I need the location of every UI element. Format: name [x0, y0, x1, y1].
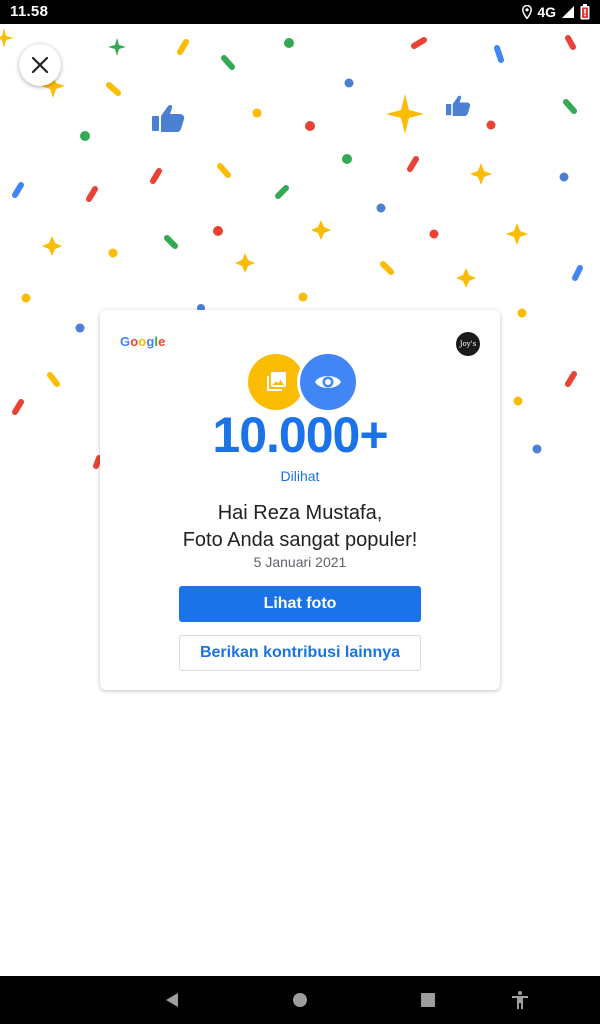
- confetti-dash: [494, 45, 504, 63]
- greeting-line: Foto Anda sangat populer!: [182, 529, 418, 551]
- confetti-dot: [486, 120, 496, 130]
- confetti-dash: [12, 182, 24, 198]
- confetti-dot: [517, 308, 527, 318]
- recents-button[interactable]: [416, 988, 440, 1012]
- contribute-more-button[interactable]: Berikan kontribusi lainnya: [179, 635, 421, 671]
- avatar[interactable]: Joy's: [456, 332, 480, 356]
- google-logo: Google: [120, 334, 165, 349]
- confetti-dot: [213, 226, 223, 236]
- confetti-dot: [108, 248, 118, 258]
- location-icon: [522, 5, 533, 19]
- greeting-text: Hai Reza Mustafa, Foto Anda sangat popul…: [100, 500, 500, 554]
- back-icon: [166, 993, 178, 1007]
- confetti-dash: [93, 455, 102, 469]
- views-badge: [297, 351, 359, 413]
- close-button[interactable]: [19, 44, 61, 86]
- photo-badge: [248, 354, 304, 410]
- confetti-dot: [559, 172, 569, 182]
- confetti-dot: [344, 78, 354, 88]
- logo-letter: e: [158, 334, 166, 349]
- confetti-dash: [150, 168, 162, 184]
- avatar-text: Joy's: [459, 340, 477, 348]
- sparkle-icon: [456, 268, 476, 288]
- signal-icon: [562, 6, 574, 18]
- eye-icon: [315, 376, 341, 388]
- status-icons: 4G: [522, 3, 590, 21]
- navigation-bar: [0, 976, 600, 1024]
- confetti-dot: [376, 203, 386, 213]
- confetti-dot: [513, 396, 523, 406]
- date-text: 5 Januari 2021: [253, 554, 347, 570]
- confetti-dash: [565, 371, 577, 387]
- confetti-dash: [217, 163, 231, 178]
- confetti-dash: [164, 235, 178, 249]
- thumbs-up-icon: [446, 95, 471, 116]
- confetti-dash: [411, 37, 427, 49]
- back-button[interactable]: [160, 988, 184, 1012]
- confetti-dot: [429, 229, 439, 239]
- sparkle-icon: [506, 223, 528, 245]
- confetti-dot: [305, 121, 315, 131]
- confetti-dash: [177, 39, 189, 55]
- home-icon: [293, 993, 307, 1007]
- sparkle-icon: [386, 94, 424, 134]
- confetti-dash: [565, 35, 576, 50]
- confetti-dot: [532, 444, 542, 454]
- sparkle-icon: [311, 220, 331, 240]
- confetti-dash: [572, 265, 583, 281]
- confetti-dash: [12, 399, 24, 415]
- network-type-label: 4G: [537, 4, 556, 20]
- thumbs-up-icon: [152, 104, 185, 132]
- recents-icon: [421, 993, 435, 1007]
- confetti-dash: [86, 186, 98, 202]
- network-type: 4G: [537, 4, 556, 20]
- accessibility-icon: [512, 991, 528, 1009]
- confetti-dash: [221, 55, 235, 70]
- view-count-label: Dilihat: [280, 468, 320, 484]
- confetti-dot: [284, 38, 294, 48]
- confetti-dot: [342, 154, 352, 164]
- confetti-dot: [298, 292, 308, 302]
- close-icon: [31, 56, 49, 74]
- confetti-dot: [80, 131, 90, 141]
- battery-icon: [580, 4, 590, 20]
- sparkle-icon: [0, 28, 14, 48]
- status-time: 11.58: [10, 3, 49, 20]
- confetti-dot: [252, 108, 262, 118]
- sparkle-icon: [108, 38, 126, 56]
- home-button[interactable]: [288, 988, 312, 1012]
- confetti-dash: [563, 99, 577, 114]
- confetti-dot: [21, 293, 31, 303]
- achievement-card: Google Joy's 10.000+ Dilihat Hai Reza Mu…: [100, 310, 500, 690]
- confetti-dash: [407, 156, 419, 172]
- sparkle-icon: [470, 163, 492, 185]
- confetti-dash: [380, 261, 394, 275]
- photo-library-icon: [267, 372, 286, 391]
- sparkle-icon: [235, 253, 255, 273]
- confetti-dash: [106, 82, 121, 96]
- confetti-dash: [275, 185, 289, 199]
- accessibility-button[interactable]: [508, 988, 532, 1012]
- status-bar: 11.58 4G: [0, 0, 600, 24]
- sparkle-icon: [42, 236, 62, 256]
- greeting-line: Hai Reza Mustafa,: [217, 502, 383, 524]
- confetti-dot: [75, 323, 85, 333]
- view-count: 10.000+: [212, 407, 388, 463]
- confetti-dash: [47, 372, 60, 387]
- logo-letter: G: [120, 334, 131, 349]
- view-photo-button[interactable]: Lihat foto: [179, 586, 421, 622]
